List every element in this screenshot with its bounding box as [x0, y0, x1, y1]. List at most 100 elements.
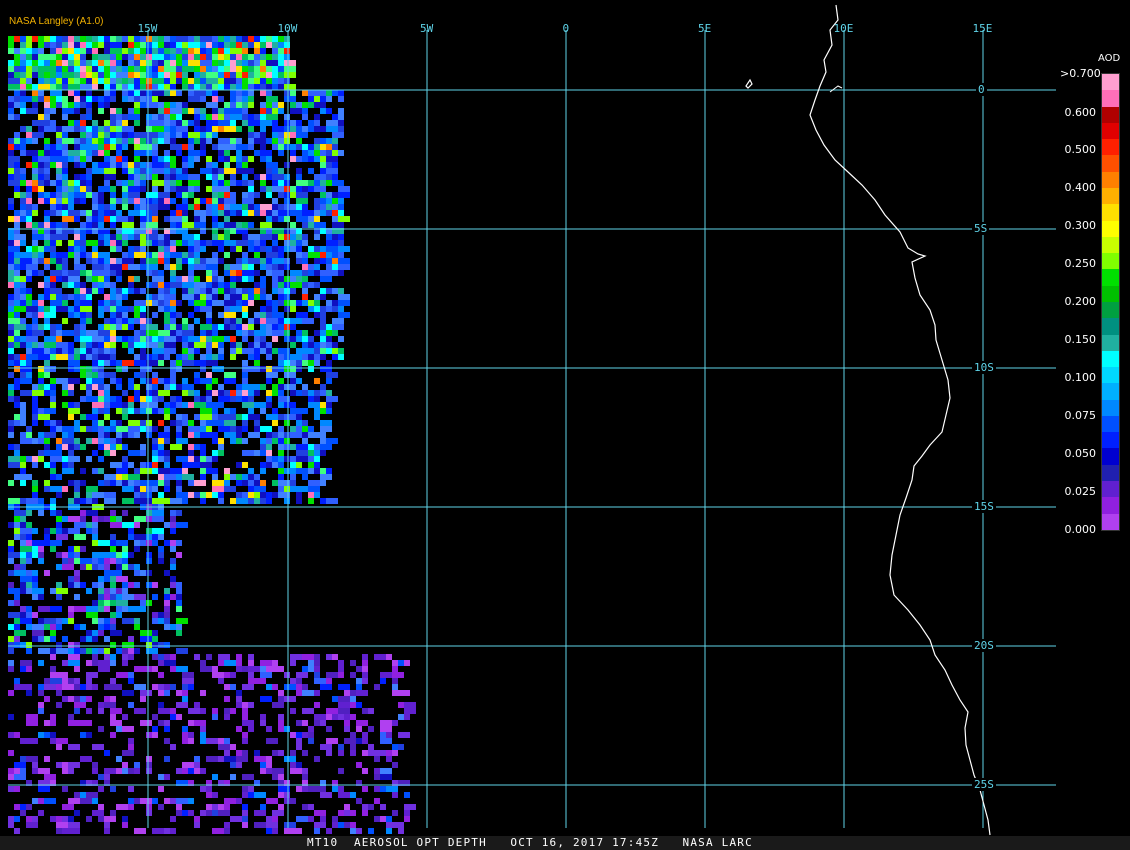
aod-pixel — [278, 108, 284, 114]
aod-pixel — [80, 696, 86, 702]
aod-pixel — [104, 300, 110, 306]
latitude-label: 0 — [976, 83, 987, 96]
aod-pixel — [8, 690, 14, 696]
aod-pixel — [164, 42, 170, 48]
aod-pixel — [92, 366, 98, 372]
aod-pixel — [164, 738, 170, 744]
aod-pixel — [56, 336, 62, 342]
aod-pixel — [260, 318, 266, 324]
aod-pixel — [68, 72, 74, 78]
aod-pixel — [98, 186, 104, 192]
aod-pixel — [260, 336, 266, 342]
aod-pixel — [302, 204, 308, 210]
aod-pixel — [326, 306, 332, 312]
aod-pixel — [230, 288, 236, 294]
aod-pixel — [284, 126, 290, 132]
aod-pixel — [308, 126, 314, 132]
aod-pixel — [134, 288, 140, 294]
aod-pixel — [44, 276, 50, 282]
aod-pixel — [26, 354, 32, 360]
aod-pixel — [140, 78, 146, 84]
aod-pixel — [314, 390, 320, 396]
aod-pixel — [110, 192, 116, 198]
aod-pixel — [200, 246, 206, 252]
aod-pixel — [272, 120, 278, 126]
aod-pixel — [176, 384, 182, 390]
aod-pixel — [284, 468, 296, 474]
aod-pixel — [92, 636, 98, 642]
aod-pixel — [68, 378, 80, 384]
aod-pixel — [26, 48, 32, 54]
aod-pixel — [248, 702, 254, 708]
aod-pixel — [218, 756, 224, 762]
aod-pixel — [200, 108, 206, 114]
aod-pixel — [50, 300, 62, 306]
aod-pixel — [32, 330, 44, 336]
aod-pixel — [272, 828, 278, 834]
aod-pixel — [206, 402, 212, 408]
aod-pixel — [56, 306, 68, 312]
aod-pixel — [122, 762, 128, 768]
aod-pixel — [74, 324, 80, 330]
aod-pixel — [368, 828, 374, 834]
aod-pixel — [194, 414, 200, 420]
aod-pixel — [134, 648, 140, 654]
aod-pixel — [80, 192, 86, 198]
aod-pixel — [326, 258, 332, 264]
aod-pixel — [50, 396, 56, 402]
aod-pixel — [254, 474, 260, 480]
aod-pixel — [188, 186, 194, 192]
aod-pixel — [278, 366, 284, 372]
aod-pixel — [134, 486, 140, 492]
aod-pixel — [224, 660, 236, 666]
aod-pixel — [110, 618, 116, 624]
aod-pixel — [20, 216, 26, 222]
aod-pixel — [32, 156, 38, 162]
aod-pixel — [284, 336, 290, 342]
aod-pixel — [104, 666, 110, 672]
aod-pixel — [98, 348, 104, 354]
aod-pixel — [86, 672, 98, 678]
aod-pixel — [26, 300, 32, 306]
aod-pixel — [266, 822, 278, 828]
aod-pixel — [338, 306, 344, 312]
aod-pixel — [32, 576, 38, 582]
aod-pixel — [170, 516, 176, 522]
aod-pixel — [68, 432, 74, 438]
aod-pixel — [128, 318, 134, 324]
aod-pixel — [134, 120, 140, 126]
aod-pixel — [188, 78, 194, 84]
aod-pixel — [206, 198, 212, 204]
aod-pixel — [338, 192, 350, 198]
aod-pixel — [200, 414, 212, 420]
aod-pixel — [116, 396, 122, 402]
aod-pixel — [32, 570, 38, 576]
aod-pixel — [242, 750, 248, 756]
aod-pixel — [380, 678, 386, 684]
aod-pixel — [128, 264, 140, 270]
aod-pixel — [116, 600, 128, 606]
aod-pixel — [194, 444, 200, 450]
aod-pixel — [116, 138, 122, 144]
aod-pixel — [26, 822, 38, 828]
aod-pixel — [302, 114, 308, 120]
aod-pixel — [248, 792, 254, 798]
aod-pixel — [56, 78, 62, 84]
aod-pixel — [26, 816, 32, 822]
aod-pixel — [176, 666, 188, 672]
aod-pixel — [320, 450, 326, 456]
aod-pixel — [296, 360, 302, 366]
aod-pixel — [128, 726, 134, 732]
aod-pixel — [302, 318, 314, 324]
aod-pixel — [104, 414, 110, 420]
color-swatch — [1102, 74, 1119, 91]
aod-pixel — [140, 696, 146, 702]
aod-pixel — [212, 666, 218, 672]
aod-pixel — [8, 552, 20, 558]
aod-pixel — [68, 696, 74, 702]
aod-pixel — [290, 678, 296, 684]
aod-pixel — [146, 768, 152, 774]
aod-pixel — [308, 270, 314, 276]
aod-pixel — [236, 72, 242, 78]
aod-pixel — [218, 60, 224, 66]
